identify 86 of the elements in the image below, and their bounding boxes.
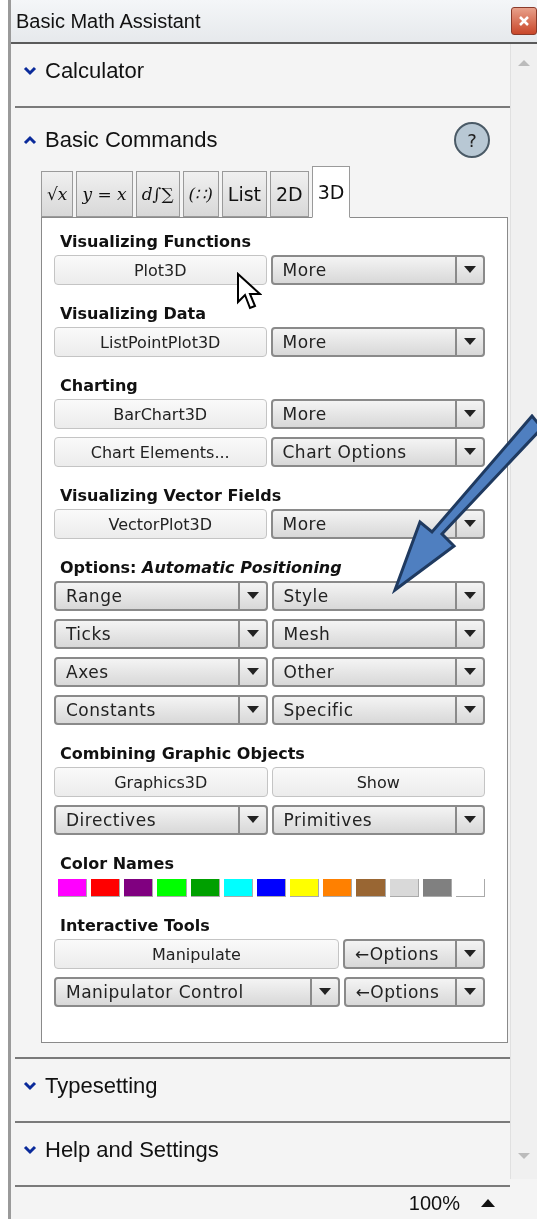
caret-icon [464,338,476,346]
color-swatch[interactable] [58,879,88,897]
section-header[interactable]: Help and Settings [45,1137,490,1163]
color-swatch[interactable] [389,879,419,897]
caret-icon [464,410,476,418]
help-button[interactable]: ? [454,122,490,158]
color-swatch[interactable] [157,879,187,897]
caret-icon [464,266,476,274]
caret-icon [464,706,476,714]
tab[interactable]: d∫∑ [135,171,180,217]
dropdown-menu[interactable]: ←Options [342,939,485,969]
dropdown-menu[interactable]: More [270,399,485,429]
caret-icon [464,592,476,600]
dropdown-menu[interactable]: Constants [54,695,268,725]
dropdown-menu[interactable]: Style [271,581,485,611]
zoom-level[interactable]: 100% [408,1191,460,1215]
caret-icon [464,448,476,456]
caret-icon [246,592,259,600]
dropdown-menu[interactable]: Axes [54,657,268,687]
expand-icon[interactable] [23,1081,37,1091]
dropdown-menu[interactable]: Primitives [271,805,485,835]
dropdown-menu[interactable]: Specific [271,695,485,725]
tab[interactable]: y = x [76,171,133,217]
caret-icon [464,668,476,676]
caret-icon [464,988,476,996]
group-heading: Charting [59,375,139,397]
dropdown-menu[interactable]: Mesh [271,619,485,649]
caret-icon [464,950,476,958]
caret-icon [464,520,476,528]
command-button[interactable]: Show [271,767,485,797]
color-swatch[interactable] [124,879,154,897]
dropdown-menu[interactable]: Ticks [54,619,268,649]
command-button[interactable]: Graphics3D [54,767,268,797]
group-heading: Options: Automatic Positioning [59,557,343,579]
tab[interactable]: (∷) [182,171,219,217]
section-header[interactable]: Calculator [45,58,490,84]
dropdown-menu[interactable]: ←Options [343,977,485,1007]
color-swatch[interactable] [323,879,353,897]
caret-icon [464,816,476,824]
color-swatch[interactable] [190,879,220,897]
dropdown-menu[interactable]: More [270,327,485,357]
group-heading: Combining Graphic Objects [59,743,306,765]
command-button[interactable]: BarChart3D [54,399,267,429]
section-header[interactable]: Basic Commands [45,127,446,153]
caret-icon [318,988,331,996]
expand-icon[interactable] [23,1145,37,1155]
group-heading: Visualizing Functions [59,231,252,253]
dropdown-menu[interactable]: Other [271,657,485,687]
group-heading: Color Names [59,853,175,875]
collapse-icon[interactable] [23,135,37,145]
color-swatch[interactable] [91,879,121,897]
caret-icon [464,630,476,638]
command-button[interactable]: Chart Elements... [54,437,267,467]
command-button[interactable]: VectorPlot3D [54,509,267,539]
caret-icon [246,630,259,638]
color-swatch[interactable] [356,879,386,897]
dropdown-menu[interactable]: Manipulator Control [54,977,340,1007]
window-title: Basic Math Assistant [16,9,202,33]
expand-icon[interactable] [23,66,37,76]
close-button[interactable] [511,7,537,35]
tab[interactable]: List [221,171,268,217]
caret-icon [246,668,259,676]
tab[interactable]: 3D [311,166,351,218]
caret-icon [246,706,259,714]
dropdown-menu[interactable]: More [270,255,485,285]
color-swatch[interactable] [223,879,253,897]
dropdown-menu[interactable]: Range [54,581,268,611]
command-button[interactable]: Manipulate [54,939,339,969]
color-swatch[interactable] [455,879,486,897]
dropdown-menu[interactable]: Directives [54,805,268,835]
color-swatch[interactable] [256,879,287,897]
zoom-up-icon[interactable] [480,1198,496,1208]
close-icon [518,15,530,27]
mouse-pointer-icon [236,272,262,312]
color-swatch[interactable] [290,879,320,897]
dropdown-menu[interactable]: Chart Options [270,437,485,467]
color-swatch[interactable] [422,879,452,897]
command-button[interactable]: ListPointPlot3D [54,327,267,357]
section-header[interactable]: Typesetting [45,1073,490,1099]
tab[interactable]: 2D [270,171,309,217]
tab[interactable]: √x [41,171,74,217]
group-heading: Visualizing Vector Fields [59,485,283,507]
command-button[interactable]: Plot3D [54,255,267,285]
caret-icon [246,816,259,824]
group-heading: Visualizing Data [59,303,207,325]
group-heading: Interactive Tools [59,915,211,937]
